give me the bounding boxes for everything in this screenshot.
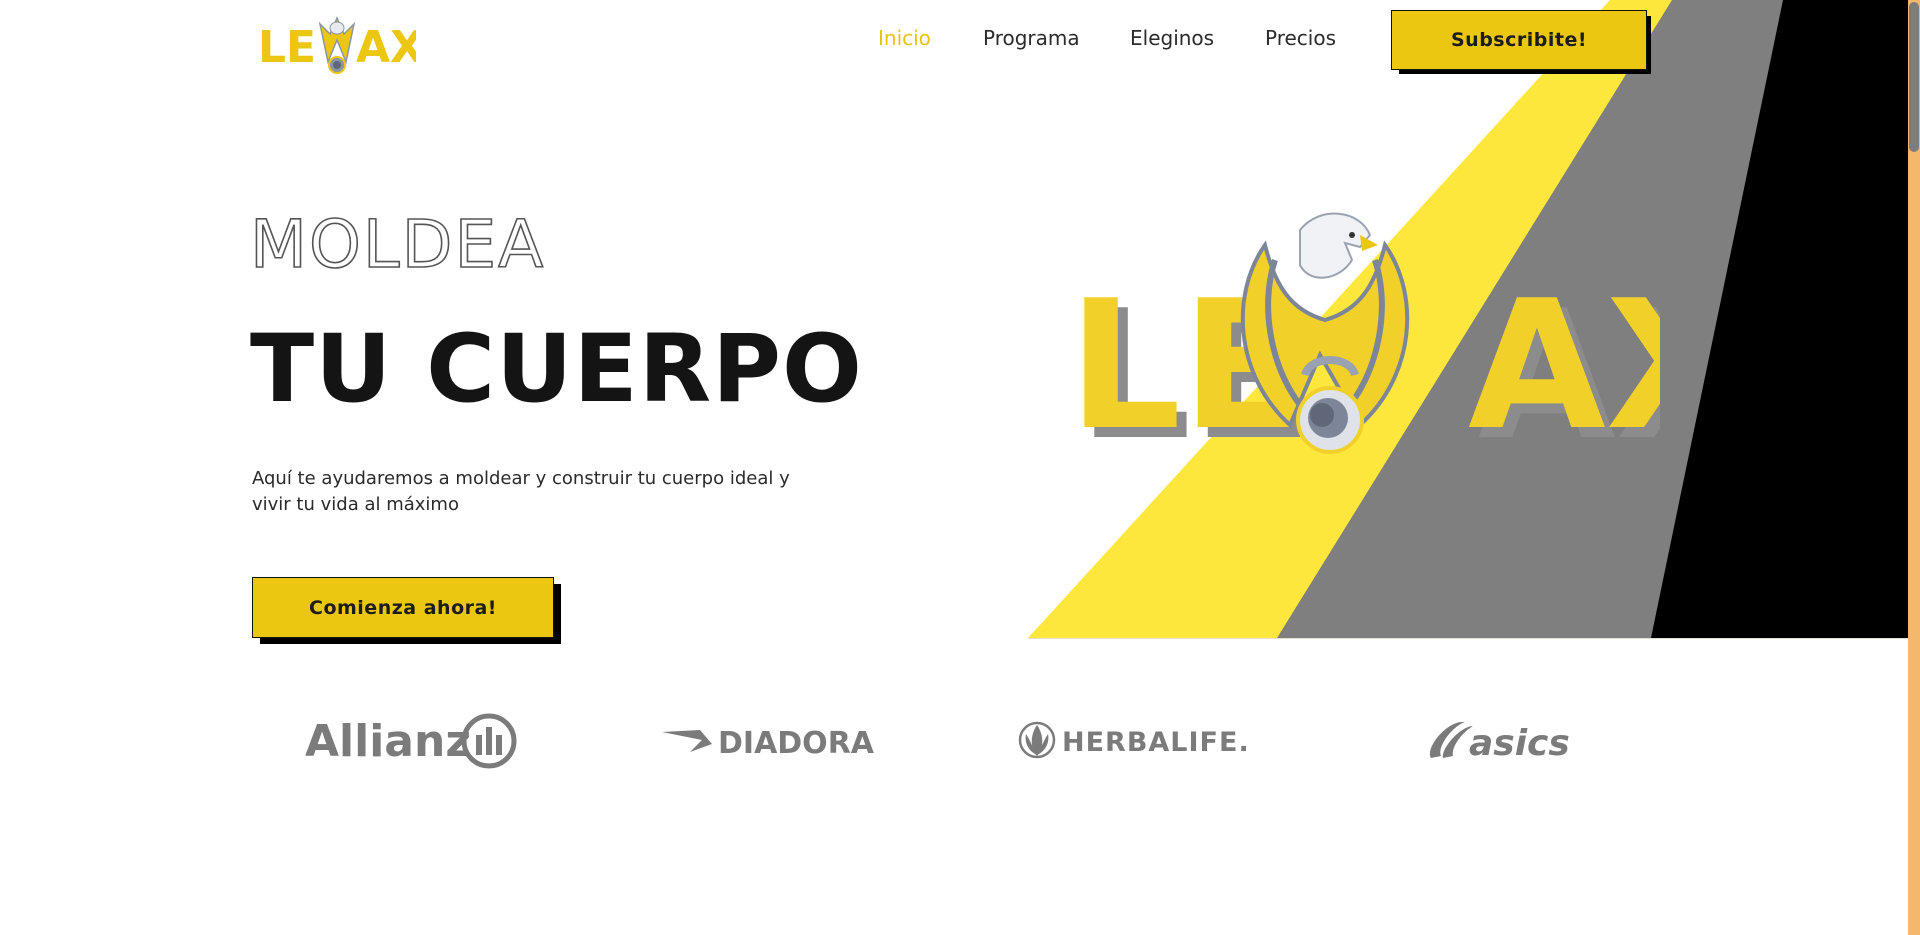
sponsor-name: DIADORA [718, 726, 875, 761]
logo-text-right: AX [356, 22, 416, 73]
nav-item-precios[interactable]: Precios [1265, 26, 1336, 50]
sponsor-name: asics [1469, 723, 1570, 764]
hero-headline-outline: MOLDEA [249, 205, 546, 284]
hero-logo: LE LE AX AX [1068, 212, 1660, 475]
sponsor-asics: asics [1429, 721, 1570, 764]
scrollbar-thumb[interactable] [1909, 2, 1919, 152]
start-now-button[interactable]: Comienza ahora! [252, 577, 554, 638]
sponsor-diadora: DIADORA [662, 726, 875, 761]
diadora-arrow-icon [662, 730, 712, 752]
sponsor-herbalife: HERBALIFE. [1018, 721, 1250, 759]
nav-item-inicio[interactable]: Inicio [878, 26, 931, 50]
nav-item-programa[interactable]: Programa [983, 26, 1080, 50]
page-scrollbar[interactable] [1908, 0, 1920, 935]
sponsor-allianz: Allianz [305, 713, 517, 769]
hero-headline: TU CUERPO [250, 315, 863, 424]
hero-logo-text-right: AX [1468, 262, 1660, 469]
hero-subtitle: Aquí te ayudaremos a moldear y construir… [252, 468, 790, 515]
eagle-emblem-icon [318, 16, 356, 74]
sponsor-name: HERBALIFE. [1062, 727, 1250, 758]
sponsor-name: Allianz [305, 716, 471, 767]
logo-text-left: LE [258, 22, 316, 73]
asics-stripe-icon [1429, 721, 1473, 758]
nav-item-eleginos[interactable]: Eleginos [1130, 26, 1214, 50]
site-logo[interactable]: LE AX [258, 10, 416, 76]
allianz-emblem-icon [461, 713, 517, 769]
herbalife-leaf-icon [1018, 721, 1056, 759]
subscribe-button[interactable]: Subscribite! [1391, 10, 1647, 70]
